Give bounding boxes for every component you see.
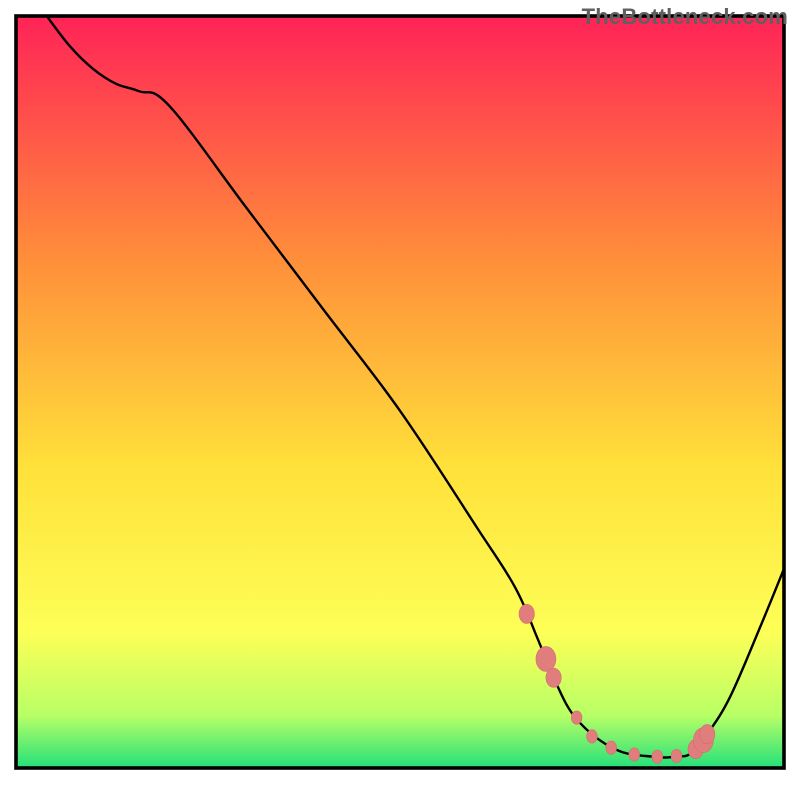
curve-marker bbox=[519, 604, 534, 623]
gradient-background bbox=[16, 16, 784, 768]
curve-marker bbox=[606, 741, 617, 754]
curve-marker bbox=[629, 748, 640, 761]
bottleneck-chart bbox=[0, 0, 800, 800]
curve-marker bbox=[536, 646, 556, 671]
curve-marker bbox=[571, 711, 582, 724]
curve-marker bbox=[700, 725, 715, 744]
watermark-text: TheBottleneck.com bbox=[582, 4, 788, 30]
plot-area bbox=[16, 16, 784, 768]
curve-marker bbox=[652, 750, 663, 763]
curve-marker bbox=[671, 749, 682, 762]
curve-marker bbox=[546, 668, 561, 687]
chart-stage: TheBottleneck.com bbox=[0, 0, 800, 800]
curve-marker bbox=[587, 730, 598, 743]
